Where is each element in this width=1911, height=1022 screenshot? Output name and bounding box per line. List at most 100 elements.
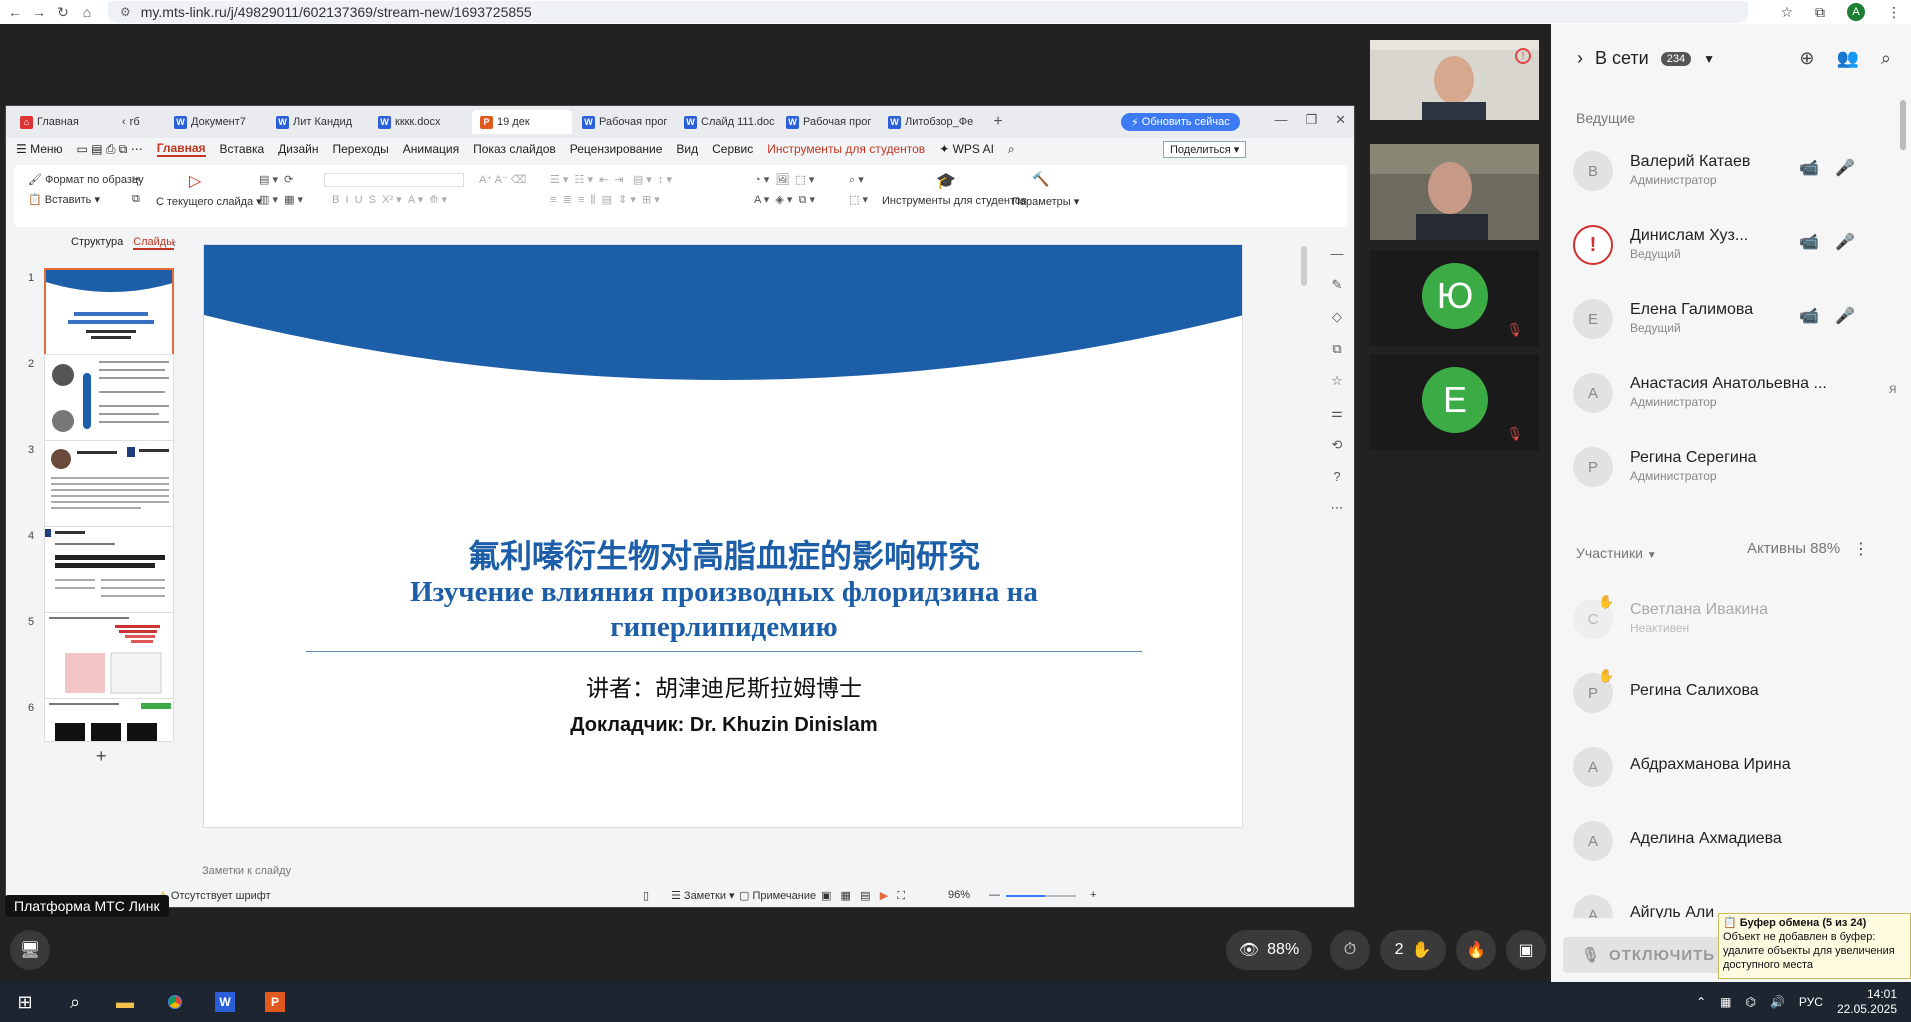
participant-row[interactable]: Р Регина Серегина Администратор bbox=[1573, 440, 1873, 490]
doc-tab-active[interactable]: P 19 дек bbox=[472, 110, 572, 134]
share-button[interactable]: Поделиться ▾ bbox=[1163, 141, 1247, 158]
search-icon[interactable]: ⌕ bbox=[1008, 142, 1015, 157]
windows-start-icon[interactable]: ⊞ bbox=[0, 982, 50, 1022]
slide-thumbnail-5[interactable] bbox=[44, 612, 174, 704]
back-icon[interactable]: ← bbox=[6, 4, 24, 20]
microphone-off-icon[interactable]: 🎤 bbox=[1835, 306, 1855, 326]
bookmark-star-icon[interactable]: ☆ bbox=[1780, 4, 1793, 21]
view-mode-icons[interactable]: ▣ ▦ ▤ ▶ ⛶ bbox=[821, 889, 905, 903]
add-icon[interactable]: ⊕ bbox=[1799, 48, 1814, 69]
doc-tab[interactable]: Wкккк.docx bbox=[370, 110, 470, 134]
participant-row[interactable]: А Аделина Ахмадиева bbox=[1573, 814, 1873, 864]
main-menu-button[interactable]: ☰ Меню bbox=[16, 142, 63, 156]
clock[interactable]: 14:01 22.05.2025 bbox=[1837, 987, 1897, 1017]
menu-design[interactable]: Дизайн bbox=[278, 142, 318, 156]
home-icon[interactable]: ⌂ bbox=[78, 4, 96, 20]
menu-slideshow[interactable]: Показ слайдов bbox=[473, 142, 556, 156]
quick-access-icons[interactable]: ▭ ▤ ⎙ ⧉ ⋯ bbox=[77, 142, 143, 157]
doc-tab[interactable]: W Рабочая прог bbox=[574, 110, 674, 134]
reload-icon[interactable]: ↻ bbox=[54, 4, 72, 21]
missing-font-indicator[interactable]: ⚠ Отсутствует шрифт bbox=[158, 889, 271, 902]
screen-share-button[interactable]: 🖥 bbox=[10, 930, 50, 970]
notes-button[interactable]: ☰ Заметки ▾ bbox=[671, 889, 735, 902]
layout-button[interactable]: ▣ bbox=[1506, 930, 1546, 970]
doc-tab[interactable]: W Лит Кандид bbox=[268, 110, 368, 134]
video-tile-1[interactable]: ! bbox=[1370, 40, 1539, 120]
tab-slides[interactable]: Слайды bbox=[133, 236, 175, 250]
format-painter-button[interactable]: 🖌 Формат по образцу bbox=[28, 173, 144, 186]
align-icons[interactable]: ≡ ≣ ≡ ⫼ ▤ ⇕ ▾ ⊞ ▾ bbox=[550, 193, 660, 207]
doc-tab[interactable]: W Слайд 111.doc bbox=[676, 110, 776, 134]
zoom-level[interactable]: 96% bbox=[948, 889, 970, 901]
address-bar[interactable]: ⚙ my.mts-link.ru/j/49829011/602137369/st… bbox=[108, 1, 1748, 23]
minus-icon[interactable]: — bbox=[1331, 246, 1344, 261]
menu-student-tools[interactable]: Инструменты для студентов bbox=[767, 142, 925, 156]
participant-row[interactable]: ! Динислам Хуз... Ведущий 📹 🎤 bbox=[1573, 218, 1873, 268]
timer-button[interactable]: ⏱ bbox=[1330, 930, 1370, 970]
doc-tab[interactable]: ‹ rб bbox=[114, 110, 164, 134]
menu-service[interactable]: Сервис bbox=[712, 142, 753, 156]
shape-icon[interactable]: ◇ bbox=[1332, 309, 1342, 325]
tray-apps-icon[interactable]: ▦ bbox=[1720, 995, 1731, 1009]
word-icon[interactable]: W bbox=[200, 982, 250, 1022]
video-tile-4[interactable]: Е 🎙 bbox=[1370, 354, 1539, 450]
menu-home[interactable]: Главная bbox=[156, 141, 206, 157]
layers-icon[interactable]: ⧉ bbox=[1332, 341, 1341, 357]
font-family-select[interactable] bbox=[324, 173, 464, 187]
participant-row[interactable]: Е Елена Галимова Ведущий 📹 🎤 bbox=[1573, 292, 1873, 342]
slide-thumbnail-2[interactable] bbox=[44, 354, 174, 446]
panel-scrollbar[interactable] bbox=[1900, 100, 1906, 150]
doc-tab[interactable]: ⌂ Главная bbox=[12, 110, 112, 134]
browser-menu-icon[interactable]: ⋮ bbox=[1887, 4, 1901, 21]
video-tile-2[interactable] bbox=[1370, 144, 1539, 240]
menu-view[interactable]: Вид bbox=[676, 142, 698, 156]
participant-row[interactable]: С ✋ Светлана Ивакина Неактивен bbox=[1573, 592, 1873, 642]
slide-thumbnail-1[interactable] bbox=[44, 268, 174, 360]
profile-avatar[interactable]: A bbox=[1847, 3, 1865, 21]
raised-hands-button[interactable]: 2 ✋ bbox=[1380, 930, 1446, 970]
menu-insert[interactable]: Вставка bbox=[220, 142, 265, 156]
wps-presentation-icon[interactable]: P bbox=[250, 982, 300, 1022]
add-slide-plus-icon[interactable]: + bbox=[96, 746, 107, 767]
attendance-button[interactable]: 👁 88% bbox=[1226, 930, 1312, 970]
tab-structure[interactable]: Структура bbox=[71, 236, 123, 250]
chrome-icon[interactable] bbox=[150, 982, 200, 1022]
comment-button[interactable]: ▢ Примечание bbox=[739, 889, 816, 902]
video-tile-3[interactable]: Ю 🎙 bbox=[1370, 250, 1539, 346]
restore-icon[interactable]: ❐ bbox=[1305, 112, 1317, 128]
shape-picture-icons[interactable]: ◔ ▾ 🖼 ⬚ ▾ bbox=[754, 173, 814, 186]
camera-off-icon[interactable]: 📹 bbox=[1799, 306, 1819, 326]
slide-thumbnail-4[interactable] bbox=[44, 526, 174, 618]
camera-icon[interactable]: 📹 bbox=[1799, 158, 1819, 178]
slide-thumbnail-3[interactable] bbox=[44, 440, 174, 532]
zoom-out-icon[interactable]: — bbox=[989, 889, 1000, 901]
doc-tab[interactable]: W Рабочая прог bbox=[778, 110, 878, 134]
font-size-icons[interactable]: A⁺ A⁻ ⌫ bbox=[479, 173, 526, 186]
find-icon[interactable]: ⌕ ▾ bbox=[849, 173, 864, 187]
file-explorer-icon[interactable]: ▬ bbox=[100, 982, 150, 1022]
menu-wps-ai[interactable]: ✦ WPS AI bbox=[939, 142, 994, 156]
reactions-button[interactable]: 🔥 bbox=[1456, 930, 1496, 970]
doc-icon[interactable]: ▯ bbox=[643, 889, 649, 902]
slide-canvas[interactable]: 氟利嗪衍生物对高脂血症的影响研究 Изучение влияния произв… bbox=[203, 244, 1243, 828]
minimize-icon[interactable]: — bbox=[1274, 112, 1287, 128]
layout-icons[interactable]: ▤ ▾ ⟳ bbox=[259, 173, 293, 186]
participant-row[interactable]: А Абдрахманова Ирина bbox=[1573, 740, 1873, 790]
chevron-down-icon[interactable]: ▼ bbox=[1703, 52, 1715, 66]
language-indicator[interactable]: РУС bbox=[1799, 995, 1823, 1009]
forward-icon[interactable]: → bbox=[30, 4, 48, 20]
members-section-title[interactable]: Участники ▼ bbox=[1576, 545, 1657, 561]
update-now-button[interactable]: ⚡ Обновить сейчас bbox=[1121, 113, 1240, 131]
graduation-cap-icon[interactable]: 🎓 bbox=[936, 171, 956, 191]
copy-icon[interactable]: ⧉ bbox=[132, 193, 140, 206]
text-format-icons[interactable]: B I U S X² ▾ A ▾ ⟰ ▾ bbox=[332, 193, 447, 206]
close-icon[interactable]: ✕ bbox=[1335, 112, 1346, 128]
microphone-icon[interactable]: 🎤 bbox=[1835, 232, 1855, 252]
extensions-icon[interactable]: ⧉ bbox=[1815, 4, 1825, 21]
network-icon[interactable]: ⌬ bbox=[1745, 995, 1755, 1009]
params-icon[interactable]: 🔨 bbox=[1032, 171, 1049, 188]
history-icon[interactable]: ⟲ bbox=[1332, 437, 1343, 453]
new-tab-plus-icon[interactable]: + bbox=[988, 113, 1008, 131]
camera-icon[interactable]: 📹 bbox=[1799, 232, 1819, 252]
tray-chevron-up-icon[interactable]: ⌃ bbox=[1696, 995, 1706, 1009]
